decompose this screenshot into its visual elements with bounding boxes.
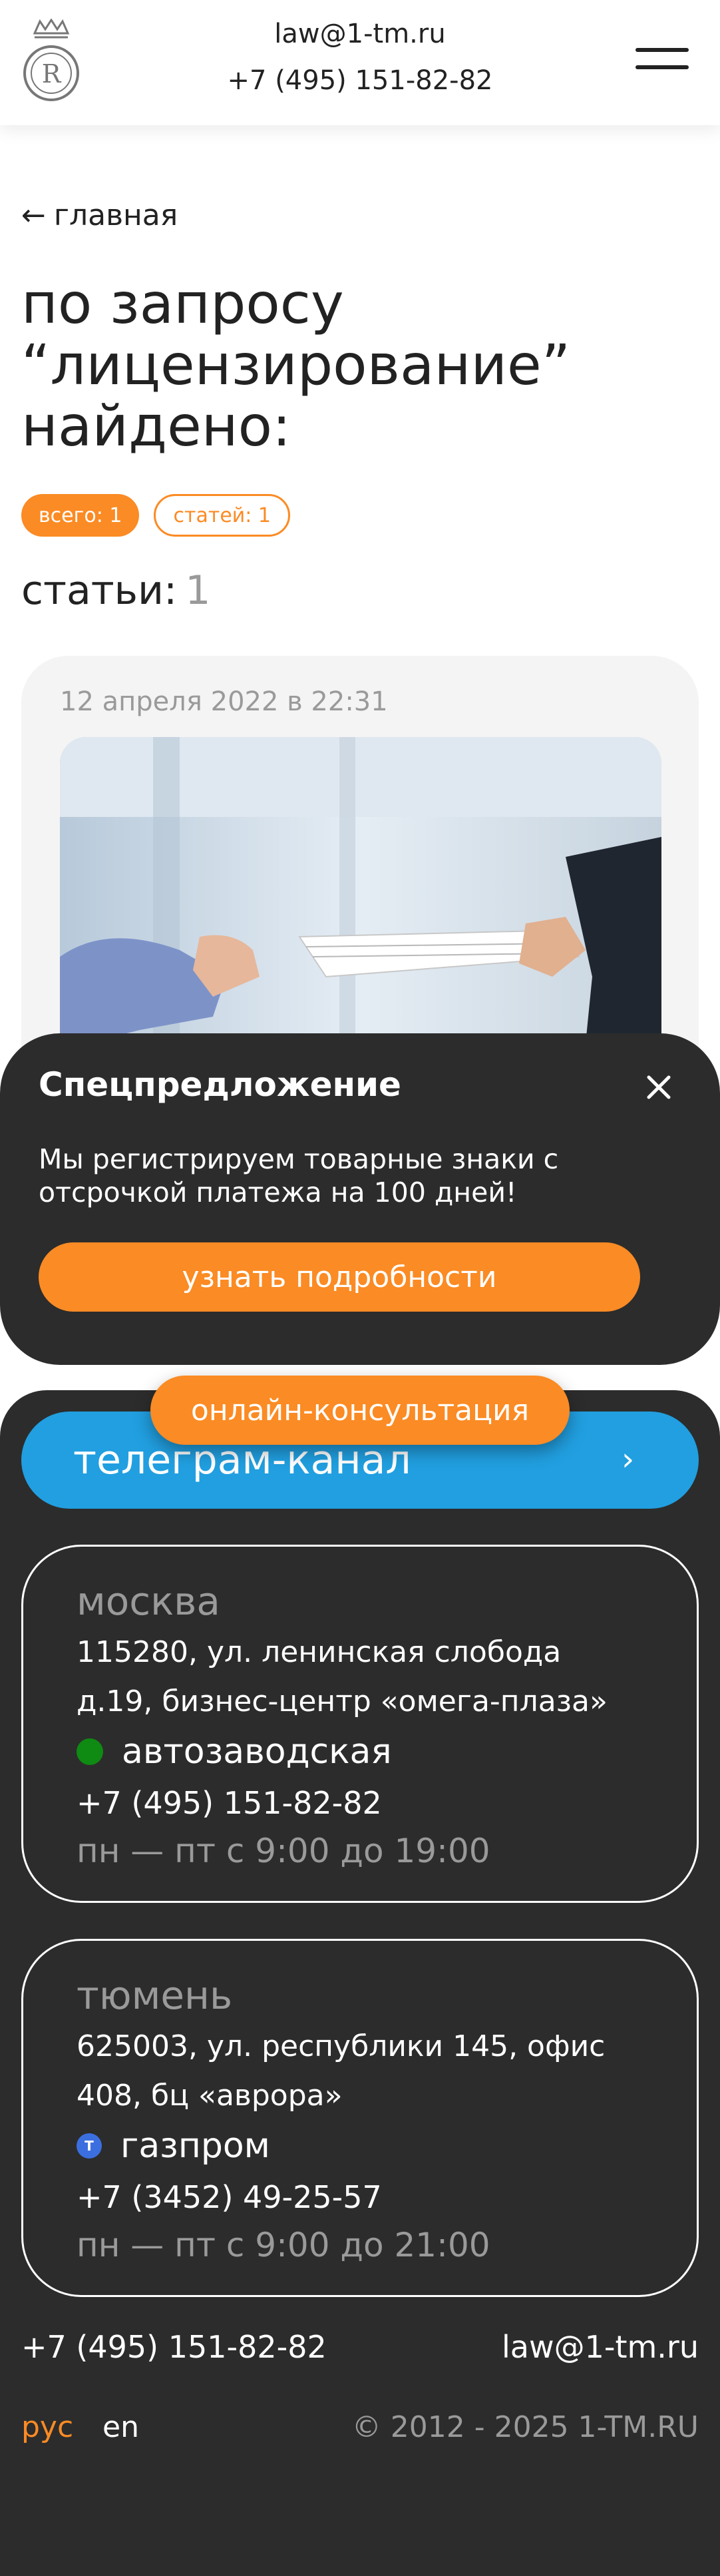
section-title-label: статьи: <box>21 567 178 614</box>
section-count: 1 <box>185 567 211 614</box>
site-footer: телеграм-канал › москва 115280, ул. лени… <box>0 1390 720 2576</box>
details-button[interactable]: узнать подробности <box>39 1242 640 1312</box>
footer-phone-link[interactable]: +7 (495) 151-82-82 <box>21 2329 327 2365</box>
page-title: по запросу “лицензирование” найдено: <box>21 271 571 459</box>
office-address: 115280, ул. ленинская слобода д.19, бизн… <box>77 1635 608 1718</box>
office-card-moscow: москва 115280, ул. ленинская слобода д.1… <box>21 1545 699 1903</box>
chevron-right-icon: › <box>622 1441 635 1478</box>
arrow-left-icon: ← <box>21 198 46 232</box>
language-ru[interactable]: рус <box>21 2410 73 2444</box>
header-email-link[interactable]: law@1-tm.ru <box>0 19 720 49</box>
copyright: © 2012 - 2025 1-TM.RU <box>351 2410 699 2444</box>
metro-line-icon <box>77 1738 103 1765</box>
popup-title: Спецпредложение <box>39 1065 401 1104</box>
office-phone-link[interactable]: +7 (495) 151-82-82 <box>77 1785 382 1821</box>
office-hours: пн — пт с 9:00 до 19:00 <box>77 1832 490 1870</box>
popup-text: Мы регистрируем товарные знаки с отсрочк… <box>39 1143 559 1208</box>
office-city: москва <box>77 1579 220 1624</box>
close-icon[interactable] <box>642 1071 675 1104</box>
office-metro: автозаводская <box>77 1732 392 1772</box>
online-consultation-button[interactable]: онлайн-консультация <box>150 1376 570 1445</box>
result-filters: всего: 1 статей: 1 <box>21 494 290 537</box>
transport-stop-icon: Т <box>77 2133 102 2159</box>
header-phone-link[interactable]: +7 (495) 151-82-82 <box>0 65 720 96</box>
back-link-label: главная <box>53 198 178 232</box>
site-header: R law@1-tm.ru +7 (495) 151-82-82 <box>0 0 720 125</box>
footer-email-link[interactable]: law@1-tm.ru <box>502 2329 699 2365</box>
back-link[interactable]: ← главная <box>21 198 178 232</box>
language-en[interactable]: en <box>102 2410 139 2444</box>
chip-total[interactable]: всего: 1 <box>21 494 140 537</box>
office-hours: пн — пт с 9:00 до 21:00 <box>77 2226 490 2264</box>
chip-articles[interactable]: статей: 1 <box>154 494 290 537</box>
metro-station: автозаводская <box>122 1732 392 1772</box>
metro-station: газпром <box>120 2126 270 2166</box>
office-address: 625003, ул. республики 145, офис 408, бц… <box>77 2029 606 2113</box>
menu-icon[interactable] <box>635 48 693 75</box>
office-city: тюмень <box>77 1973 233 2018</box>
section-title: статьи: 1 <box>21 567 210 614</box>
office-phone-link[interactable]: +7 (3452) 49-25-57 <box>77 2179 382 2215</box>
article-date: 12 апреля 2022 в 22:31 <box>60 686 388 717</box>
office-metro: Т газпром <box>77 2126 270 2166</box>
office-card-tyumen: тюмень 625003, ул. республики 145, офис … <box>21 1939 699 2297</box>
special-offer-popup: Спецпредложение Мы регистрируем товарные… <box>0 1033 720 1365</box>
